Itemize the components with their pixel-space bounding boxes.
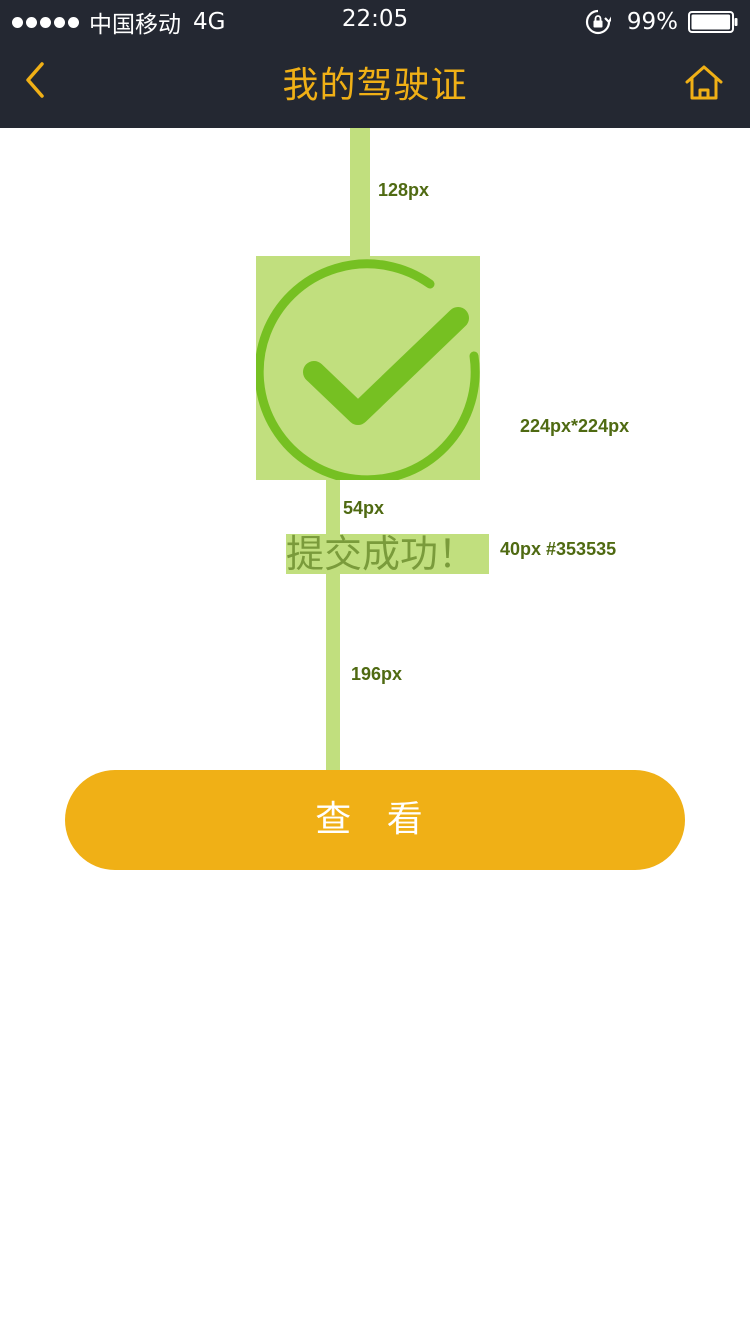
annotation-top-spacing: 128px — [378, 180, 430, 200]
annotation-text-spec: 40px #353535 — [500, 539, 617, 559]
status-bar: 中国移动 4G 22:05 99% — [0, 0, 750, 44]
spacing-guide-mid — [326, 480, 340, 534]
home-button[interactable] — [684, 62, 724, 106]
status-right: 99% — [585, 6, 738, 38]
success-message-box: 提交成功！ — [286, 532, 489, 576]
home-icon — [685, 65, 723, 100]
view-button[interactable]: 查 看 — [65, 770, 685, 870]
battery-percentage: 99% — [626, 9, 678, 35]
annotation-text-button-spacing: 196px — [351, 664, 403, 684]
annotation-icon-size: 224px*224px — [520, 416, 630, 436]
annotation-icon-text-spacing: 54px — [343, 498, 385, 518]
rotation-lock-icon — [585, 9, 611, 35]
nav-bar: 我的驾驶证 — [0, 44, 750, 128]
spacing-guide-bottom — [326, 574, 340, 770]
page-title: 我的驾驶证 — [282, 65, 468, 106]
success-icon-box — [256, 256, 480, 480]
success-message: 提交成功！ — [286, 532, 477, 576]
spacing-guide-top — [350, 128, 370, 256]
battery-icon — [688, 11, 738, 33]
check-circle-icon — [256, 259, 480, 480]
